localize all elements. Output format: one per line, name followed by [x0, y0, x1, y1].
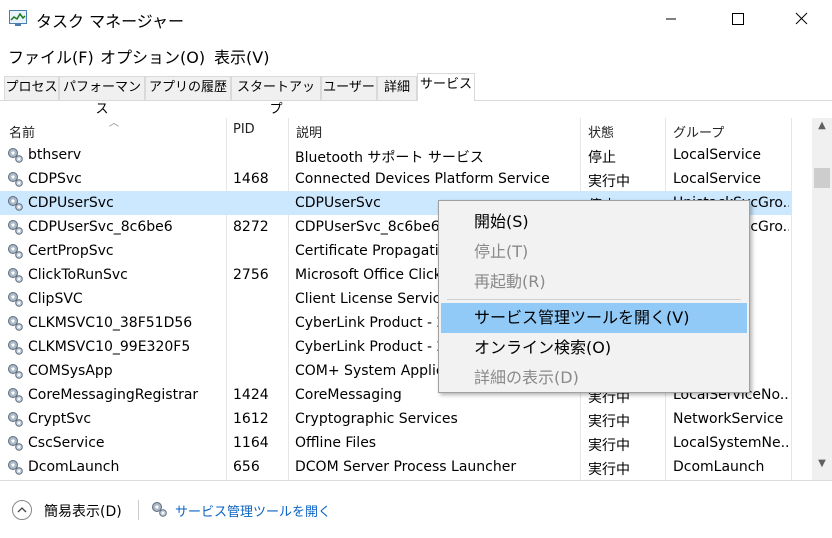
maximize-button[interactable]: [714, 0, 760, 38]
service-name-cell: CLKMSVC10_99E320F5: [28, 339, 191, 355]
pid-cell: 1424: [233, 387, 269, 403]
description-cell: Bluetooth サポート サービス: [295, 150, 484, 166]
maximize-icon: [732, 13, 744, 25]
group-cell: LocalService: [673, 171, 762, 187]
tab-processes[interactable]: プロセス: [4, 76, 59, 100]
service-name-cell: bthserv: [28, 147, 82, 163]
description-cell: Offline Files: [295, 435, 377, 451]
service-gear-icon: [8, 292, 23, 307]
context-menu-item[interactable]: オンライン検索(O): [439, 333, 749, 363]
service-gear-icon: [8, 412, 23, 427]
close-button[interactable]: [778, 0, 824, 38]
service-name-cell: CertPropSvc: [28, 243, 114, 259]
service-name-cell: CscService: [28, 435, 105, 451]
column-header-status[interactable]: 状態: [588, 122, 614, 141]
pid-cell: 8272: [233, 219, 269, 235]
service-name-cell: CryptSvc: [28, 411, 92, 427]
tab-details[interactable]: 詳細: [377, 76, 417, 100]
group-cell: NetworkService: [673, 411, 784, 427]
minimize-button[interactable]: [648, 0, 694, 38]
context-menu: 開始(S) 停止(T) 再起動(R) サービス管理ツールを開く(V) オンライン検索(O…: [438, 200, 750, 393]
context-menu-item: 停止(T): [474, 242, 529, 261]
service-gear-icon: [8, 220, 23, 235]
fewer-details-label[interactable]: 簡易表示(D): [44, 501, 122, 521]
service-name-cell: CDPSvc: [28, 171, 82, 187]
pid-cell: 1468: [233, 171, 269, 187]
service-gear-icon: [8, 460, 23, 475]
service-gear-icon: [8, 268, 23, 283]
context-menu-item[interactable]: サービス管理ツールを開く(V): [441, 303, 747, 333]
service-name-cell: ClipSVC: [28, 291, 83, 307]
group-cell: LocalService: [673, 147, 762, 163]
pid-cell: 1164: [233, 435, 269, 451]
service-name-cell: COMSysApp: [28, 363, 113, 379]
tab-app-history[interactable]: アプリの履歴: [145, 76, 231, 100]
service-name-cell: CDPUserSvc: [28, 195, 114, 211]
tab-services[interactable]: サービス: [417, 73, 475, 101]
description-cell: DCOM Server Process Launcher: [295, 459, 517, 475]
tab-startup[interactable]: スタートアップ: [231, 76, 321, 117]
context-menu-item[interactable]: 開始(S): [439, 207, 749, 237]
description-cell: Connected Devices Platform Service: [295, 171, 550, 187]
sort-ascending-icon: ︿: [109, 118, 119, 129]
window-title: タスク マネージャー: [36, 12, 184, 31]
open-services-link[interactable]: サービス管理ツールを開く: [175, 501, 331, 520]
status-cell: 実行中: [588, 174, 630, 190]
description-cell: Cryptographic Services: [295, 411, 458, 427]
task-manager-icon: [9, 10, 27, 26]
status-cell: 実行中: [588, 462, 630, 478]
service-gear-icon: [8, 388, 23, 403]
chevron-up-icon: [17, 507, 27, 513]
status-cell: 実行中: [588, 414, 630, 430]
tab-performance[interactable]: パフォーマンス: [59, 76, 145, 117]
context-menu-item: 詳細の表示(D): [474, 368, 579, 387]
pid-cell: 656: [233, 459, 260, 475]
scrollbar-thumb[interactable]: [814, 168, 830, 188]
service-name-cell: DcomLaunch: [28, 459, 120, 475]
title-bar: タスク マネージャー: [0, 0, 832, 38]
footer-separator: [138, 500, 139, 520]
pid-cell: 1612: [233, 411, 269, 427]
footer-divider: [0, 480, 832, 481]
column-header-name[interactable]: 名前: [9, 122, 35, 141]
scroll-down-arrow-icon[interactable]: ▼: [812, 458, 832, 472]
service-gear-icon: [8, 148, 23, 163]
scroll-up-arrow-icon[interactable]: ▲: [812, 120, 832, 134]
menu-options[interactable]: オプション(O): [100, 44, 205, 68]
column-header-pid[interactable]: PID: [233, 122, 255, 137]
column-header-group[interactable]: グループ: [673, 122, 724, 141]
service-name-cell: CDPUserSvc_8c6be6: [28, 219, 173, 235]
context-menu-item: 再起動(R): [474, 272, 546, 291]
service-gear-icon: [8, 340, 23, 355]
minimize-icon: [666, 18, 676, 20]
service-gear-icon: [8, 244, 23, 259]
service-name-cell: CoreMessagingRegistrar: [28, 387, 199, 403]
tab-users[interactable]: ユーザー: [321, 76, 377, 100]
service-gear-icon: [8, 436, 23, 451]
service-name-cell: CLKMSVC10_38F51D56: [28, 315, 193, 331]
close-icon: [795, 12, 808, 25]
group-cell: LocalSystemNe...: [673, 435, 789, 451]
services-gear-icon: [152, 502, 167, 517]
group-cell: DcomLaunch: [673, 459, 765, 475]
column-header-description[interactable]: 説明: [296, 122, 322, 141]
service-gear-icon: [8, 364, 23, 379]
menu-file[interactable]: ファイル(F): [8, 44, 94, 68]
menu-view[interactable]: 表示(V): [214, 44, 269, 68]
pid-cell: 2756: [233, 267, 269, 283]
status-cell: 実行中: [588, 438, 630, 454]
service-gear-icon: [8, 316, 23, 331]
service-name-cell: ClickToRunSvc: [28, 267, 128, 283]
context-menu-separator: [447, 299, 741, 300]
service-gear-icon: [8, 196, 23, 211]
service-gear-icon: [8, 172, 23, 187]
status-cell: 停止: [588, 150, 616, 166]
fewer-details-toggle[interactable]: [12, 500, 32, 520]
